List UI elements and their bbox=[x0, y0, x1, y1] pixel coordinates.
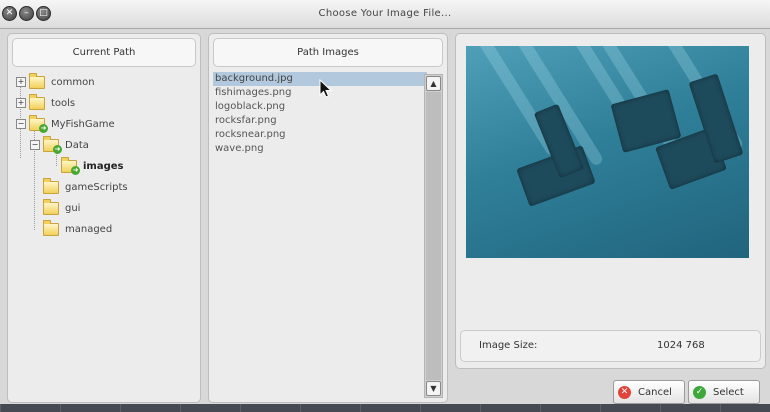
tree-item-label: MyFishGame bbox=[51, 118, 115, 130]
expand-icon[interactable]: + bbox=[16, 77, 26, 87]
file-list-scrollbar[interactable]: ▲ ▼ bbox=[424, 74, 443, 398]
list-item[interactable]: logoblack.png bbox=[213, 100, 427, 114]
arrow-icon: ➜ bbox=[53, 144, 62, 154]
tree-guide-line bbox=[56, 152, 57, 166]
tree-item-label: gameScripts bbox=[65, 181, 128, 193]
tree-item-managed[interactable]: managed bbox=[43, 219, 113, 238]
folder-icon bbox=[43, 219, 59, 236]
mouse-cursor-icon bbox=[319, 79, 333, 98]
scroll-track[interactable] bbox=[426, 92, 441, 380]
folder-icon bbox=[29, 72, 45, 89]
folder-open-icon: ➜ bbox=[43, 135, 62, 154]
file-dialog-window: ✕ – □ Choose Your Image File... Current … bbox=[0, 0, 770, 404]
tree-item-gui[interactable]: gui bbox=[43, 198, 81, 217]
folder-icon bbox=[43, 177, 59, 194]
image-size-label: Image Size: bbox=[479, 340, 538, 351]
expand-icon[interactable]: + bbox=[16, 98, 26, 108]
list-item[interactable]: wave.png bbox=[213, 142, 427, 156]
path-images-panel: Path Images background.jpg fishimages.pn… bbox=[208, 33, 448, 403]
image-size-value: 1024 768 bbox=[657, 340, 705, 351]
select-button-label: Select bbox=[713, 386, 744, 398]
tree-item-label: tools bbox=[51, 97, 76, 109]
tree-item-label: common bbox=[51, 76, 95, 88]
folder-icon bbox=[43, 198, 59, 215]
collapse-icon[interactable]: − bbox=[30, 140, 40, 150]
image-preview bbox=[466, 46, 749, 258]
tree-item-common[interactable]: + common bbox=[16, 72, 95, 91]
tree-item-label: Data bbox=[65, 139, 89, 151]
image-file-list[interactable]: background.jpg fishimages.png logoblack.… bbox=[213, 72, 427, 398]
tree-item-gamescripts[interactable]: gameScripts bbox=[43, 177, 128, 196]
image-preview-panel: Image Size: 1024 768 bbox=[455, 33, 766, 369]
collapse-icon[interactable]: − bbox=[16, 119, 26, 129]
folder-open-icon: ➜ bbox=[61, 156, 80, 175]
list-item[interactable]: rocksnear.png bbox=[213, 128, 427, 142]
tree-item-label: gui bbox=[65, 202, 81, 214]
folder-icon bbox=[29, 93, 45, 110]
tree-item-label: managed bbox=[65, 223, 113, 235]
list-item[interactable]: rocksfar.png bbox=[213, 114, 427, 128]
tree-item-myfishgame[interactable]: − ➜ MyFishGame bbox=[16, 114, 115, 133]
scroll-up-button[interactable]: ▲ bbox=[426, 76, 441, 91]
tree-item-data[interactable]: − ➜ Data bbox=[30, 135, 89, 154]
current-path-panel: Current Path + common + tools − ➜ MyFish… bbox=[7, 33, 201, 403]
cancel-button-label: Cancel bbox=[638, 386, 672, 398]
tree-item-images[interactable]: ➜ images bbox=[61, 156, 124, 175]
select-icon: ✓ bbox=[693, 385, 706, 399]
cancel-icon: ✕ bbox=[618, 385, 631, 399]
path-images-header: Path Images bbox=[213, 38, 443, 67]
scroll-down-button[interactable]: ▼ bbox=[426, 381, 441, 396]
dialog-titlebar: ✕ – □ Choose Your Image File... bbox=[0, 0, 770, 29]
tree-item-tools[interactable]: + tools bbox=[16, 93, 76, 112]
tree-item-label: images bbox=[83, 160, 124, 172]
dialog-title: Choose Your Image File... bbox=[318, 8, 452, 19]
folder-open-icon: ➜ bbox=[29, 114, 48, 133]
arrow-icon: ➜ bbox=[39, 123, 48, 133]
cancel-button[interactable]: ✕ Cancel bbox=[613, 380, 685, 404]
select-button[interactable]: ✓ Select bbox=[688, 380, 760, 404]
current-path-header: Current Path bbox=[12, 38, 196, 67]
image-size-row: Image Size: 1024 768 bbox=[460, 330, 761, 362]
arrow-icon: ➜ bbox=[71, 165, 80, 175]
